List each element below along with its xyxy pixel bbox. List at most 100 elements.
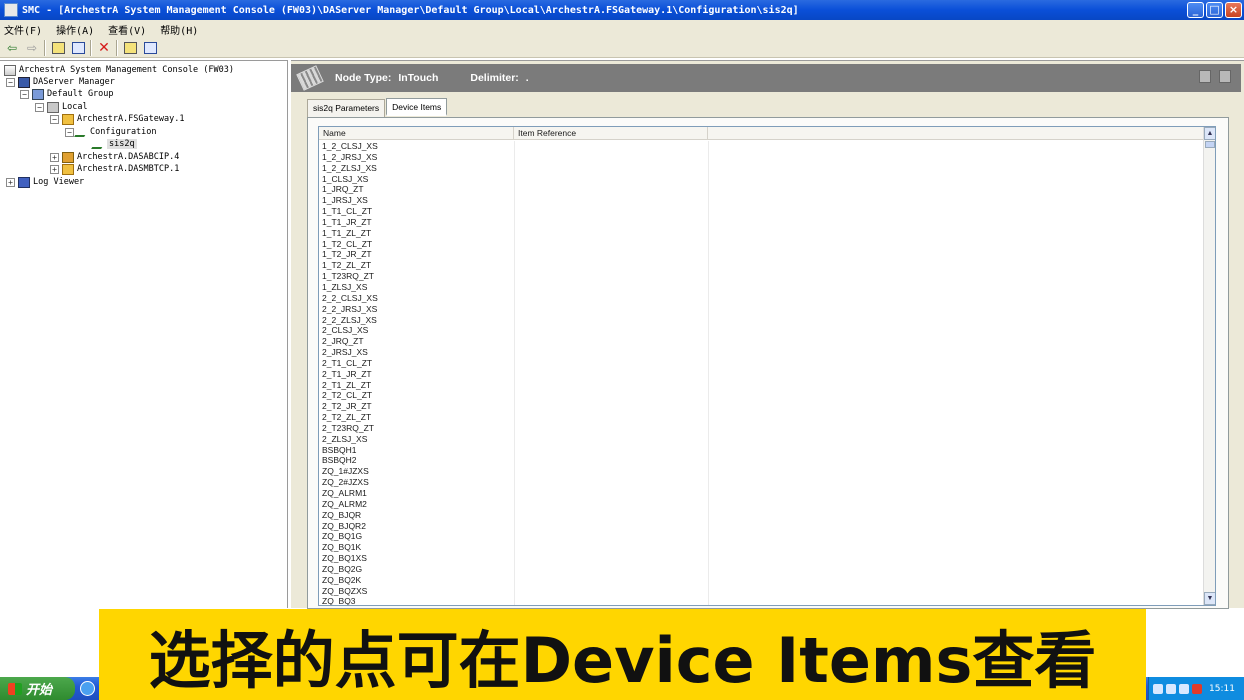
maximize-button[interactable]: □ <box>1206 2 1223 18</box>
list-item[interactable]: 1_ZLSJ_XS <box>319 282 1204 293</box>
menu-view[interactable]: 查看(V) <box>108 22 146 37</box>
list-item[interactable]: 1_2_JRSJ_XS <box>319 152 1204 163</box>
internet-explorer-icon[interactable] <box>80 681 95 696</box>
collapse-toggle[interactable]: − <box>65 127 74 137</box>
list-item[interactable]: 1_JRQ_ZT <box>319 184 1204 195</box>
column-header-name[interactable]: Name <box>319 127 514 140</box>
list-item[interactable]: ZQ_BQ1G <box>319 531 1204 542</box>
list-item[interactable]: 1_T2_JR_ZT <box>319 249 1204 260</box>
list-item[interactable]: ZQ_BQZXS <box>319 586 1204 597</box>
tree-item-sis2q[interactable]: sis2q <box>91 138 137 150</box>
node-type: Node Type: InTouch <box>335 72 438 84</box>
up-folder-button[interactable] <box>50 40 66 56</box>
tree-item-daserver-manager[interactable]: − DAServer Manager <box>6 76 115 88</box>
list-item[interactable]: BSBQH2 <box>319 455 1204 466</box>
list-item[interactable]: 1_T1_CL_ZT <box>319 206 1204 217</box>
menu-file[interactable]: 文件(F) <box>4 22 42 37</box>
list-item[interactable]: BSBQH1 <box>319 445 1204 456</box>
close-button[interactable]: × <box>1225 2 1242 18</box>
list-item[interactable]: 2_T2_ZL_ZT <box>319 412 1204 423</box>
tree-item-local[interactable]: − Local <box>35 101 88 113</box>
list-item[interactable]: 2_JRQ_ZT <box>319 336 1204 347</box>
list-item[interactable]: ZQ_BQ1XS <box>319 553 1204 564</box>
delete-button[interactable]: ✕ <box>96 40 112 56</box>
list-item[interactable]: 2_2_CLSJ_XS <box>319 293 1204 304</box>
tree-item-dasabcip[interactable]: + ArchestrA.DASABCIP.4 <box>50 151 179 163</box>
volume-icon[interactable] <box>1166 683 1176 694</box>
network-icon[interactable] <box>1153 683 1163 694</box>
list-item[interactable]: 2_T2_JR_ZT <box>319 401 1204 412</box>
list-item[interactable]: ZQ_BQ1K <box>319 542 1204 553</box>
security-icon[interactable] <box>1179 683 1189 694</box>
list-item[interactable]: 2_2_JRSJ_XS <box>319 304 1204 315</box>
forward-button[interactable]: ⇨ <box>24 40 40 56</box>
list-item[interactable]: ZQ_BQ2G <box>319 564 1204 575</box>
list-item[interactable]: ZQ_BQ2K <box>319 575 1204 586</box>
list-item[interactable]: ZQ_ALRM1 <box>319 488 1204 499</box>
tree-item-log-viewer[interactable]: + Log Viewer <box>6 176 84 188</box>
list-item[interactable]: ZQ_2#JZXS <box>319 477 1204 488</box>
tree-item-fsgateway[interactable]: − ArchestrA.FSGateway.1 <box>50 113 184 125</box>
show-hide-tree-button[interactable] <box>70 40 86 56</box>
list-item[interactable]: 1_JRSJ_XS <box>319 195 1204 206</box>
list-item[interactable]: 2_T1_CL_ZT <box>319 358 1204 369</box>
list-item[interactable]: ZQ_BQ3 <box>319 596 1204 605</box>
lock-icon[interactable] <box>1199 70 1211 83</box>
list-item[interactable]: 1_T2_CL_ZT <box>319 239 1204 250</box>
delimiter-label: Delimiter: <box>470 72 519 84</box>
scroll-thumb[interactable] <box>1205 141 1215 148</box>
subtitle-text: 选择的点可在Device Items查看 <box>148 623 1097 697</box>
list-item[interactable]: 2_ZLSJ_XS <box>319 434 1204 445</box>
list-item[interactable]: ZQ_ALRM2 <box>319 499 1204 510</box>
list-item[interactable]: 1_2_CLSJ_XS <box>319 141 1204 152</box>
list-item[interactable]: 2_T1_ZL_ZT <box>319 380 1204 391</box>
list-item[interactable]: 1_T1_ZL_ZT <box>319 228 1204 239</box>
menu-action[interactable]: 操作(A) <box>56 22 94 37</box>
collapse-toggle[interactable]: − <box>50 114 59 124</box>
collapse-toggle[interactable]: − <box>6 77 15 87</box>
tree-item-dasmbtcp[interactable]: + ArchestrA.DASMBTCP.1 <box>50 163 179 175</box>
column-header-item-reference[interactable]: Item Reference <box>514 127 708 140</box>
tree-item-configuration[interactable]: − Configuration <box>65 126 157 138</box>
list-item[interactable]: 1_T23RQ_ZT <box>319 271 1204 282</box>
collapse-toggle[interactable]: − <box>35 102 44 112</box>
list-item[interactable]: 2_JRSJ_XS <box>319 347 1204 358</box>
antivirus-icon[interactable] <box>1192 683 1202 694</box>
list-item[interactable]: ZQ_BJQR2 <box>319 521 1204 532</box>
back-button[interactable]: ⇦ <box>4 40 20 56</box>
tree-label: DAServer Manager <box>33 77 115 87</box>
list-item[interactable]: 1_CLSJ_XS <box>319 174 1204 185</box>
tab-device-items[interactable]: Device Items <box>386 98 448 116</box>
daserver-icon <box>62 151 74 163</box>
list-item[interactable]: 1_T1_JR_ZT <box>319 217 1204 228</box>
start-button[interactable]: 开始 <box>0 677 75 700</box>
expand-toggle[interactable]: + <box>50 152 59 162</box>
list-item[interactable]: 1_2_ZLSJ_XS <box>319 163 1204 174</box>
toolbar: ⇦ ⇨ ✕ <box>0 38 1244 58</box>
list-item[interactable]: ZQ_1#JZXS <box>319 466 1204 477</box>
vertical-scrollbar[interactable]: ▲ ▼ <box>1203 127 1215 605</box>
list-item[interactable]: ZQ_BJQR <box>319 510 1204 521</box>
list-item[interactable]: 2_2_ZLSJ_XS <box>319 315 1204 326</box>
properties-button[interactable] <box>122 40 138 56</box>
tab-sis2q-parameters[interactable]: sis2q Parameters <box>307 99 386 117</box>
tree-root[interactable]: ArchestrA System Management Console (FW0… <box>4 64 234 76</box>
list-item[interactable]: 2_T23RQ_ZT <box>319 423 1204 434</box>
expand-toggle[interactable]: + <box>50 164 59 174</box>
list-item[interactable]: 1_T2_ZL_ZT <box>319 260 1204 271</box>
list-item[interactable]: 2_T2_CL_ZT <box>319 390 1204 401</box>
scroll-up-button[interactable]: ▲ <box>1204 127 1215 140</box>
collapse-toggle[interactable]: − <box>20 89 29 99</box>
menu-help[interactable]: 帮助(H) <box>160 22 198 37</box>
minimize-button[interactable]: _ <box>1187 2 1204 18</box>
title-bar: SMC - [ArchestrA System Management Conso… <box>0 0 1244 20</box>
expand-toggle[interactable]: + <box>6 177 15 187</box>
list-item[interactable]: 2_CLSJ_XS <box>319 325 1204 336</box>
device-items-list[interactable]: Name Item Reference 1_2_CLSJ_XS 1_2_JRSJ_… <box>318 126 1216 606</box>
toolbar-separator <box>90 39 92 56</box>
tree-item-default-group[interactable]: − Default Group <box>20 88 114 100</box>
save-icon[interactable] <box>1219 70 1231 83</box>
help-button[interactable] <box>142 40 158 56</box>
scroll-down-button[interactable]: ▼ <box>1204 592 1215 605</box>
list-item[interactable]: 2_T1_JR_ZT <box>319 369 1204 380</box>
